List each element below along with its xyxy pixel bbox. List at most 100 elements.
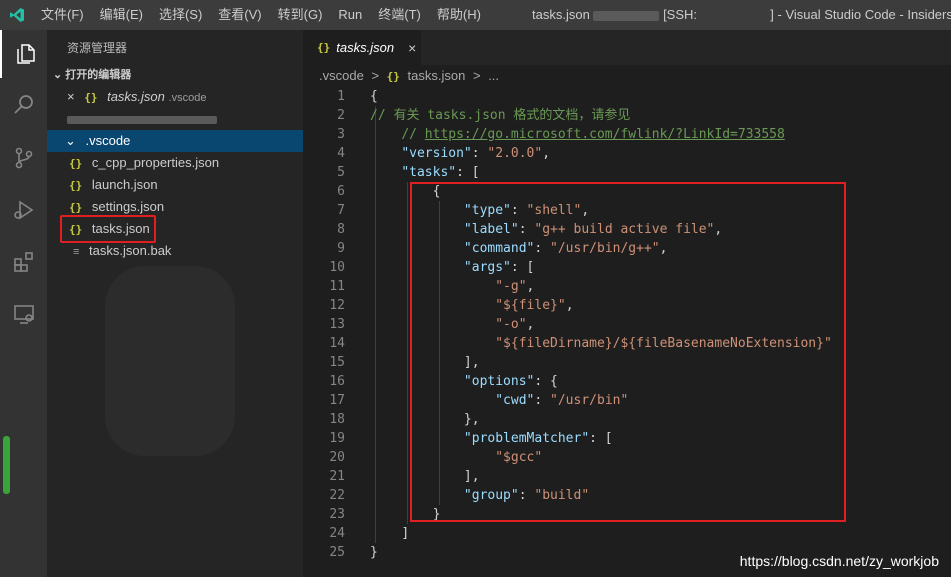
line-number: 15 [329,355,345,370]
sidebar-title: 资源管理器 [67,41,128,55]
chevron-down-icon: ⌄ [65,133,76,148]
search-icon[interactable] [0,80,47,128]
line-number: 20 [329,450,345,465]
menu-view[interactable]: 查看(V) [210,0,269,30]
file-item[interactable]: {} launch.json [47,174,303,196]
line-number: 21 [329,469,345,484]
json-file-icon: {} [386,70,400,83]
line-number: 17 [329,393,345,408]
line-number: 10 [329,260,345,275]
redacted-workspace [67,115,217,124]
activity-bar [0,30,47,577]
line-number: 16 [329,374,345,389]
redacted-ssh [700,10,767,21]
menu-run[interactable]: Run [330,0,370,30]
file-label: launch.json [91,177,158,192]
file-item[interactable]: {} c_cpp_properties.json [47,152,303,174]
code-line: // https://go.microsoft.com/fwlink/?Link… [401,127,785,142]
code-line: { [370,89,378,104]
breadcrumb-folder[interactable]: .vscode [319,68,364,83]
source-control-icon[interactable] [0,134,47,182]
json-file-icon: {} [317,41,331,54]
line-number: 7 [337,203,345,218]
line-number: 6 [337,184,345,199]
breadcrumb: .vscode > {} tasks.json > ... [303,65,951,87]
tab-tasks-json[interactable]: {} tasks.json × [303,30,421,65]
workspace-header-redacted[interactable] [47,108,303,130]
menu-help[interactable]: 帮助(H) [429,0,489,30]
redacted-host [593,10,660,21]
line-number: 12 [329,298,345,313]
line-number: 9 [337,241,345,256]
json-file-icon: {} [84,91,98,104]
menu-terminal[interactable]: 终端(T) [370,0,429,30]
menu-edit[interactable]: 编辑(E) [92,0,151,30]
json-file-icon: {} [69,201,83,214]
breadcrumb-file[interactable]: tasks.json [408,68,466,83]
line-number: 24 [329,526,345,541]
line-number: 23 [329,507,345,522]
extensions-icon[interactable] [0,238,47,286]
window-title: tasks.json [SSH: ] - Visual Studio Code … [532,0,951,30]
close-icon[interactable]: × [67,89,75,104]
code-line: "version": "2.0.0", [401,146,551,161]
json-file-icon: {} [69,157,83,170]
line-number: 13 [329,317,345,332]
line-number: 4 [337,146,345,161]
line-number: 11 [329,279,345,294]
remote-explorer-icon[interactable] [0,290,47,338]
vscode-logo-icon [0,0,33,30]
window-title-suffix: ] - Visual Studio Code - Insiders [770,7,951,22]
line-number: 2 [337,108,345,123]
menu-go[interactable]: 转到(G) [270,0,331,30]
editor-tabs: {} tasks.json × [303,30,951,65]
highlight-box-task-object [410,182,846,522]
window-title-file: tasks.json [532,7,590,22]
tab-label: tasks.json [336,40,395,55]
code-line: "tasks": [ [401,165,480,180]
folder-vscode[interactable]: ⌄ .vscode [47,130,303,152]
line-number: 8 [337,222,345,237]
explorer-icon[interactable] [0,30,49,78]
watermark: https://blog.csdn.net/zy_workjob [739,553,939,569]
menu-selection[interactable]: 选择(S) [151,0,210,30]
code-line: // 有关 tasks.json 格式的文档，请参见 [370,108,631,123]
file-label: tasks.json.bak [89,243,172,258]
line-number: 1 [337,89,345,104]
open-editor-name: tasks.json [107,89,165,104]
menu-file[interactable]: 文件(F) [33,0,92,30]
file-item[interactable]: ≡ tasks.json.bak [47,240,303,262]
file-label: c_cpp_properties.json [91,155,220,170]
chevron-down-icon: ⌄ [53,69,63,81]
open-editor-item[interactable]: × {} tasks.json .vscode [47,86,303,108]
highlight-box-tasks-json [60,215,156,243]
line-number: 19 [329,431,345,446]
explorer-sidebar: 资源管理器 ⌄ 打开的编辑器 × {} tasks.json .vscode ⌄… [47,30,303,577]
doc-link[interactable]: https://go.microsoft.com/fwlink/?LinkId=… [425,127,785,142]
open-editors-label: 打开的编辑器 [65,69,132,81]
breadcrumb-more[interactable]: ... [488,68,499,83]
chevron-right-icon: > [472,68,481,83]
json-file-icon: {} [69,179,83,192]
title-bar: 文件(F) 编辑(E) 选择(S) 查看(V) 转到(G) Run 终端(T) … [0,0,951,30]
line-number: 3 [337,127,345,142]
window-title-ssh: [SSH: [663,7,698,22]
text-file-icon: ≡ [73,246,80,258]
line-number: 14 [329,336,345,351]
chevron-right-icon: > [371,68,380,83]
menu-bar: 文件(F) 编辑(E) 选择(S) 查看(V) 转到(G) Run 终端(T) … [33,0,489,30]
redacted-area [105,266,235,456]
file-label: settings.json [91,199,165,214]
line-number: 5 [337,165,345,180]
open-editors-header[interactable]: ⌄ 打开的编辑器 [47,64,303,86]
line-number: 18 [329,412,345,427]
folder-label: .vscode [85,133,131,148]
run-debug-icon[interactable] [0,186,47,234]
open-editor-folder: .vscode [168,92,207,104]
code-line: } [370,545,378,560]
close-icon[interactable]: × [408,40,416,56]
line-number: 25 [329,545,345,560]
code-line: ] [401,526,410,541]
status-indicator [3,436,10,494]
line-number: 22 [329,488,345,503]
